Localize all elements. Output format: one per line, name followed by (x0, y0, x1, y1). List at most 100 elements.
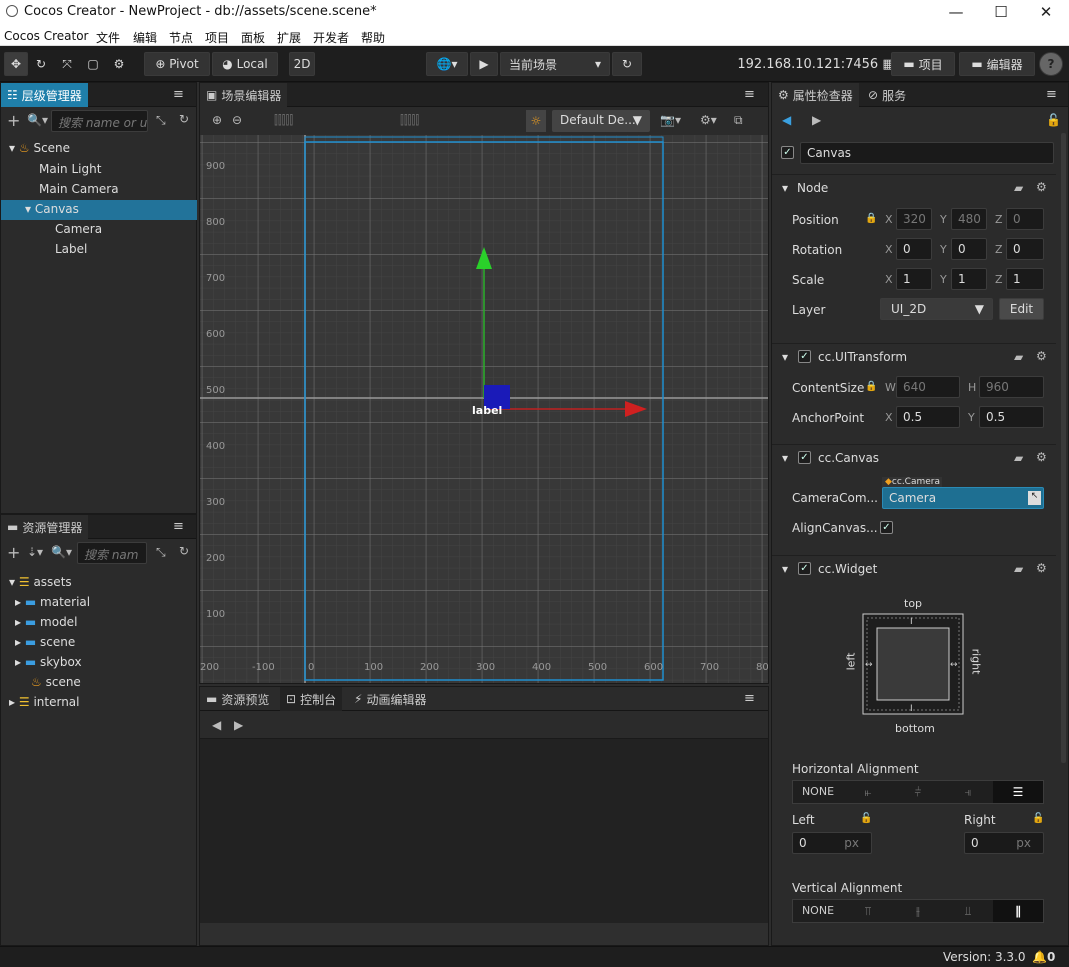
rotation-z-input[interactable]: 0 (1006, 238, 1044, 260)
anchor-x-input[interactable]: 0.5 (896, 406, 960, 428)
scene-select[interactable]: 当前场景 ▾ (500, 52, 610, 76)
collapse-icon[interactable]: ⤡ (156, 113, 166, 128)
scale-z-input[interactable]: 1 (1006, 268, 1044, 290)
help-button[interactable]: ? (1039, 52, 1063, 76)
widget-section-header[interactable]: ▾ ✓ cc.Widget ▰ ⚙ (772, 555, 1056, 581)
preview-ip[interactable]: 192.168.10.121:7456 ▦ (737, 52, 894, 76)
menu-cocos[interactable]: Cocos Creator (4, 29, 89, 43)
unlock-icon[interactable]: 🔓 (1032, 813, 1044, 824)
v-align-top-icon[interactable]: ⫪ (843, 900, 893, 922)
widget-enabled-checkbox[interactable]: ✓ (798, 562, 811, 575)
refresh-icon[interactable]: ↻ (179, 112, 189, 126)
rotation-y-input[interactable]: 0 (951, 238, 987, 260)
v-align-middle-icon[interactable]: ⫲ (893, 900, 943, 922)
asset-item-internal[interactable]: ▸ ☰ internal (9, 695, 80, 709)
menu-file[interactable]: 文件 (96, 29, 120, 46)
gear-icon[interactable]: ⚙ (1036, 561, 1047, 575)
notification-bell-icon[interactable]: 🔔 (1032, 950, 1047, 964)
book-icon[interactable]: ▰ (1014, 451, 1023, 465)
gear-icon[interactable]: ⚙ (1036, 450, 1047, 464)
maximize-button[interactable]: ☐ (978, 0, 1024, 24)
gear-icon[interactable]: ⚙ (1036, 180, 1047, 194)
book-icon[interactable]: ▰ (1014, 181, 1023, 195)
zoom-out-icon[interactable]: ⊖ (232, 113, 242, 127)
refresh-icon[interactable]: ↻ (612, 52, 642, 76)
inspector-scrollbar[interactable] (1061, 133, 1066, 763)
design-resolution-select[interactable]: Default De... ▼ (552, 110, 650, 132)
arrow-right-icon[interactable]: ▶ (234, 718, 243, 732)
content-width-input[interactable]: 640 (896, 376, 960, 398)
scale-y-input[interactable]: 1 (951, 268, 987, 290)
v-align-stretch-icon[interactable]: ∥ (993, 900, 1043, 922)
h-align-left-icon[interactable]: ⫦ (843, 781, 893, 803)
scale-x-input[interactable]: 1 (896, 268, 932, 290)
node-section-header[interactable]: ▾ Node ▰ ⚙ (772, 174, 1056, 200)
canvas-section-header[interactable]: ▾ ✓ cc.Canvas ▰ ⚙ (772, 444, 1056, 470)
menu-icon[interactable]: ≡ (173, 87, 184, 102)
v-align-none-button[interactable]: NONE (793, 900, 843, 922)
play-button[interactable]: ▶ (470, 52, 498, 76)
sort-icon[interactable]: ⇣▾ (27, 545, 43, 559)
settings-icon[interactable]: ⚙▾ (700, 113, 717, 127)
layer-edit-button[interactable]: Edit (999, 298, 1044, 320)
tree-item-scene[interactable]: ▾ ♨ Scene (9, 141, 70, 155)
tab-animation-editor[interactable]: ⚡ 动画编辑器 (348, 687, 432, 711)
asset-item-assets[interactable]: ▾ ☰ assets (9, 575, 72, 589)
pick-node-icon[interactable]: ↖ (1028, 491, 1041, 505)
close-button[interactable]: ✕ (1023, 0, 1069, 24)
distribute-icon[interactable]: ⫿⫿⫿⫿⫿ (400, 113, 419, 128)
tree-item-label[interactable]: Label (55, 242, 87, 256)
menu-developer[interactable]: 开发者 (313, 29, 349, 46)
scale-tool-icon[interactable]: ⤧ (56, 52, 78, 76)
asset-item-model[interactable]: ▸ ▬ model (15, 615, 77, 629)
asset-item-scene-file[interactable]: ♨ scene (31, 675, 81, 689)
v-align-bottom-icon[interactable]: ⫫ (943, 900, 993, 922)
scene-viewport[interactable]: label 900 800 700 600 500 400 300 200 10… (200, 135, 768, 683)
zoom-in-icon[interactable]: ⊕ (212, 113, 222, 127)
menu-icon[interactable]: ≡ (744, 87, 755, 102)
h-align-right-icon[interactable]: ⫣ (943, 781, 993, 803)
menu-help[interactable]: 帮助 (361, 29, 385, 46)
lighting-icon[interactable]: ☼ (526, 110, 546, 132)
tab-asset-preview[interactable]: ▬ 资源预览 (200, 687, 275, 711)
uitransform-enabled-checkbox[interactable]: ✓ (798, 350, 811, 363)
tree-item-main-camera[interactable]: Main Camera (39, 182, 119, 196)
project-button[interactable]: ▬ 项目 (891, 52, 955, 76)
minimize-button[interactable]: — (933, 0, 979, 24)
content-height-input[interactable]: 960 (979, 376, 1044, 398)
menu-project[interactable]: 项目 (205, 29, 229, 46)
lock-icon[interactable]: 🔓 (1046, 113, 1061, 127)
tree-item-main-light[interactable]: Main Light (39, 162, 101, 176)
anchor-y-input[interactable]: 0.5 (979, 406, 1044, 428)
search-icon[interactable]: 🔍▾ (51, 545, 72, 559)
tab-console[interactable]: ⊡ 控制台 (280, 687, 343, 711)
menu-panel[interactable]: 面板 (241, 29, 265, 46)
book-icon[interactable]: ▰ (1014, 562, 1023, 576)
transform-tool-icon[interactable]: ⚙ (108, 52, 130, 76)
h-align-stretch-icon[interactable]: ☰ (993, 781, 1043, 803)
tab-service[interactable]: ⊘ 服务 (862, 83, 912, 107)
editor-button[interactable]: ▬ 编辑器 (959, 52, 1035, 76)
maximize-view-icon[interactable]: ⧉ (734, 113, 743, 128)
asset-item-skybox[interactable]: ▸ ▬ skybox (15, 655, 82, 669)
camera-component-field[interactable]: Camera (882, 487, 1044, 509)
refresh-icon[interactable]: ↻ (179, 544, 189, 558)
align-left-icon[interactable]: ⫿⫿⫿⫿⫿ (274, 113, 293, 128)
layer-select[interactable]: UI_2D ▼ (880, 298, 993, 320)
gear-icon[interactable]: ⚙ (1036, 349, 1047, 363)
menu-icon[interactable]: ≡ (173, 519, 184, 534)
h-align-none-button[interactable]: NONE (793, 781, 843, 803)
back-icon[interactable]: ◀ (782, 113, 791, 127)
h-align-center-icon[interactable]: ⫩ (893, 781, 943, 803)
tab-assets[interactable]: ▬ 资源管理器 (1, 515, 89, 539)
position-y-input[interactable]: 480 (951, 208, 987, 230)
camera-icon[interactable]: 📷▾ (660, 113, 681, 127)
move-tool-icon[interactable]: ✥ (4, 52, 28, 76)
uitransform-section-header[interactable]: ▾ ✓ cc.UITransform ▰ ⚙ (772, 343, 1056, 369)
forward-icon[interactable]: ▶ (812, 113, 821, 127)
widget-alignment-diagram[interactable]: I I ↔ ↔ (862, 613, 964, 715)
rect-tool-icon[interactable]: ▢ (82, 52, 104, 76)
hierarchy-search-input[interactable]: 搜索 name or u (51, 110, 148, 132)
assets-search-input[interactable]: 搜索 nam (77, 542, 147, 564)
tab-inspector[interactable]: ⚙ 属性检查器 (772, 83, 859, 107)
